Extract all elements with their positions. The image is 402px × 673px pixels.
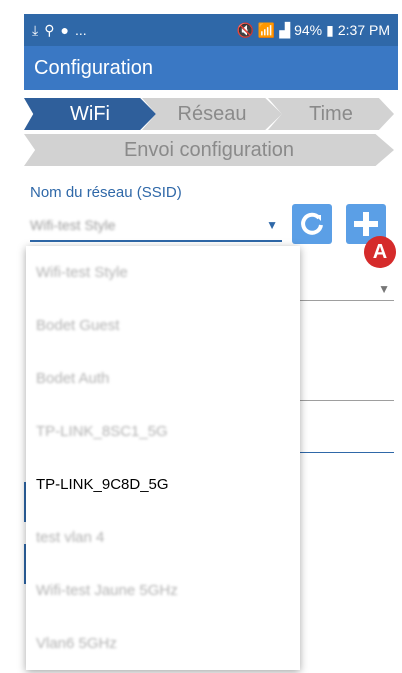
menu-item[interactable]: Vlan6 5GHz [26, 617, 300, 670]
phone-screen: ⤓ ⚲ ● ... 🔇 📶 ▟ 94% ▮ 2:37 PM Configurat… [0, 0, 402, 673]
signal-icon: ▟ [279, 21, 291, 38]
menu-item[interactable]: Bodet Guest [26, 299, 300, 352]
tab-time[interactable]: Time [268, 98, 394, 130]
caret-down-icon: ▼ [378, 282, 390, 296]
status-ellipsis: ... [74, 22, 87, 38]
ssid-dropdown-menu: Wifi-test Style Bodet Guest Bodet Auth T… [26, 246, 300, 670]
tab-envoi-configuration[interactable]: Envoi configuration [24, 134, 394, 166]
step-tabs: WiFi Réseau Time Envoi configuration [24, 98, 398, 166]
menu-item[interactable]: Bodet Auth [26, 352, 300, 405]
tab-reseau-label: Réseau [177, 102, 247, 125]
mute-icon: 🔇 [236, 21, 254, 38]
menu-item[interactable]: Wifi-test Jaune 5GHz [26, 564, 300, 617]
menu-item[interactable]: test vlan 4 [26, 511, 300, 564]
tab-envoi-label: Envoi configuration [123, 138, 295, 161]
usb-icon: ⚲ [44, 21, 55, 38]
tab-wifi-label: WiFi [70, 102, 110, 125]
ssid-select[interactable]: Wifi-test Style ▼ [30, 210, 282, 242]
refresh-icon [301, 212, 323, 235]
battery-percent: 94% [294, 22, 323, 38]
background-field-underline [300, 400, 394, 401]
tab-reseau[interactable]: Réseau [142, 98, 282, 130]
ssid-selected-value: Wifi-test Style [30, 217, 116, 233]
tab-wifi[interactable]: WiFi [24, 98, 156, 130]
refresh-button[interactable] [292, 204, 332, 244]
battery-icon: ▮ [326, 21, 334, 38]
menu-item[interactable]: TP-LINK_8SC1_5G [26, 405, 300, 458]
plus-icon [354, 212, 378, 236]
annotation-marker-a: A [364, 236, 396, 268]
background-dropdown: ▼ [300, 278, 394, 301]
menu-item-tp-link-9c8d-5g[interactable]: TP-LINK_9C8D_5G [26, 458, 300, 511]
status-bar: ⤓ ⚲ ● ... 🔇 📶 ▟ 94% ▮ 2:37 PM [24, 14, 398, 46]
tab-time-label: Time [309, 102, 353, 125]
menu-item[interactable]: Wifi-test Style [26, 246, 300, 299]
wifi-icon: 📶 [257, 21, 276, 38]
caret-down-icon: ▼ [266, 218, 278, 232]
background-field-underline-active [300, 452, 394, 453]
configuration-content: WiFi Réseau Time Envoi configuration Nom… [24, 90, 398, 673]
status-time: 2:37 PM [337, 22, 390, 38]
notification-icon: ● [60, 22, 69, 38]
download-icon: ⤓ [32, 21, 39, 38]
ssid-label: Nom du réseau (SSID) [30, 184, 182, 201]
app-bar: Configuration [24, 46, 398, 90]
app-title: Configuration [34, 56, 153, 79]
